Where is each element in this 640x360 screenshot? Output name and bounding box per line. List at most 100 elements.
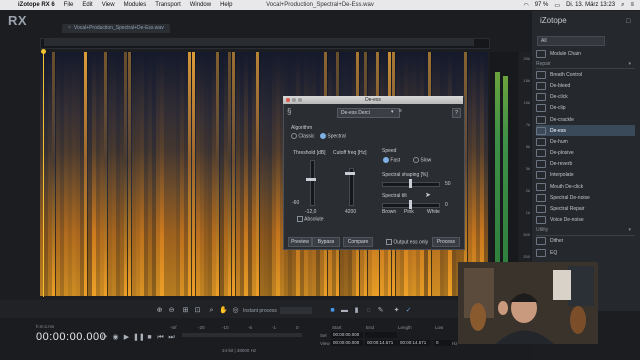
menu-list-icon[interactable]: ≡ <box>630 2 634 8</box>
brush-icon[interactable]: ✎ <box>376 306 385 315</box>
bypass-button[interactable]: Bypass <box>312 237 340 247</box>
module-item[interactable]: De-clip <box>536 103 635 114</box>
menu-transport[interactable]: Transport <box>155 2 180 8</box>
menu-window[interactable]: Window <box>190 2 211 8</box>
chevron-down-icon[interactable]: ▾ <box>628 61 631 67</box>
instant-process-select[interactable] <box>280 307 312 314</box>
checkmark-icon[interactable]: ✓ <box>404 306 413 315</box>
tilt-slider-handle[interactable] <box>409 200 412 209</box>
zoom-in-icon[interactable]: ⊕ <box>155 306 164 315</box>
module-item[interactable]: De-plosive <box>536 148 635 159</box>
freq-select-icon[interactable]: ▮ <box>352 306 361 315</box>
battery-icon[interactable]: ▭ <box>554 2 560 9</box>
sel-end-field[interactable] <box>365 332 397 338</box>
low-field[interactable]: 0 <box>434 340 452 346</box>
loop-icon[interactable]: ⟳ <box>100 333 109 342</box>
menu-modules[interactable]: Modules <box>124 2 147 8</box>
view-length-field[interactable]: 00:00:14.571 <box>398 340 430 346</box>
playhead[interactable] <box>43 49 44 297</box>
module-item[interactable]: Spectral Repair <box>536 203 635 214</box>
tilt-value[interactable]: 0 <box>445 202 448 208</box>
datetime[interactable]: Di. 13. März 13:23 <box>566 2 615 8</box>
absolute-checkbox[interactable]: Absolute <box>297 216 324 222</box>
lasso-icon[interactable]: ◌ <box>364 306 373 315</box>
module-item[interactable]: Voice De-noise <box>536 215 635 226</box>
module-item[interactable]: Mouth De-click <box>536 181 635 192</box>
module-item[interactable]: De-ess <box>536 125 635 137</box>
hand-icon[interactable]: ✋ <box>219 306 228 315</box>
view-end-field[interactable]: 00:00:14.571 <box>365 340 397 346</box>
wand-icon[interactable]: ✦ <box>392 306 401 315</box>
checkbox-icon[interactable] <box>297 216 303 222</box>
selection-tool-icon[interactable]: ■ <box>328 306 337 315</box>
module-item[interactable]: Interpolate <box>536 170 635 181</box>
radio-icon[interactable] <box>413 157 419 163</box>
menu-edit[interactable]: Edit <box>82 2 92 8</box>
shaping-slider-handle[interactable] <box>409 179 412 188</box>
algorithm-classic[interactable]: Classic <box>291 133 315 139</box>
playhead-handle[interactable] <box>41 49 46 54</box>
module-item[interactable]: Module Chain <box>536 48 635 59</box>
threshold-value[interactable]: -12,0 <box>305 209 316 215</box>
preset-chevron-icon[interactable]: ▾ <box>391 109 394 115</box>
module-item[interactable]: Spectral De-noise <box>536 192 635 203</box>
zoom-fit-icon[interactable]: ⊞ <box>181 306 190 315</box>
wifi-icon[interactable]: ◠ <box>523 2 528 9</box>
module-group-header[interactable]: Repair ▾ <box>536 59 635 70</box>
preset-menu-icon[interactable]: ≡ <box>399 108 402 114</box>
zoom-selection-icon[interactable]: ⊡ <box>193 306 202 315</box>
shaping-value[interactable]: 50 <box>445 181 451 187</box>
module-item[interactable]: De-reverb <box>536 159 635 170</box>
module-item[interactable]: EQ <box>536 247 635 258</box>
module-group-header[interactable]: Utility ▾ <box>536 226 635 236</box>
output-ess-checkbox[interactable]: Output ess only <box>386 239 428 245</box>
rewind-icon[interactable]: ⏮ <box>156 333 165 342</box>
help-button[interactable]: ? <box>452 108 461 118</box>
time-select-icon[interactable]: ▬ <box>340 306 349 315</box>
zoom-out-icon[interactable]: ⊖ <box>167 306 176 315</box>
close-icon[interactable]: × <box>68 25 71 31</box>
preview-button[interactable]: Preview <box>288 237 312 247</box>
module-filter-select[interactable]: All <box>537 36 605 46</box>
stop-icon[interactable]: ■ <box>145 333 154 342</box>
panel-close-icon[interactable]: □ <box>626 18 633 25</box>
zoom-button[interactable] <box>298 98 302 102</box>
module-item[interactable]: De-bleed <box>536 80 635 91</box>
instant-process-toggle[interactable]: ◎ <box>231 306 240 315</box>
sel-start-field[interactable]: 00:00:00.000 <box>331 332 363 338</box>
radio-selected-icon[interactable] <box>383 157 389 163</box>
threshold-slider-handle[interactable] <box>306 178 316 181</box>
module-item[interactable]: Dither <box>536 236 635 247</box>
view-start-field[interactable]: 00:00:00.000 <box>331 340 363 346</box>
close-button[interactable] <box>286 98 290 102</box>
play-icon[interactable]: ▶ <box>122 333 131 342</box>
speed-fast[interactable]: Fast <box>383 157 400 163</box>
chevron-down-icon[interactable]: ▾ <box>628 227 631 233</box>
menu-app[interactable]: iZotope RX 6 <box>18 2 55 8</box>
process-button[interactable]: Process <box>432 237 460 247</box>
speed-slow[interactable]: Slow <box>413 157 431 163</box>
cutoff-slider-handle[interactable] <box>345 172 355 175</box>
radio-selected-icon[interactable] <box>320 133 326 139</box>
file-tab[interactable]: × Vocal+Production_Spectral+De-Ess.wav <box>62 24 170 33</box>
compare-button[interactable]: Compare <box>343 237 373 247</box>
threshold-slider[interactable] <box>310 160 315 206</box>
menu-help[interactable]: Help <box>220 2 232 8</box>
overview-view-range[interactable] <box>44 39 474 46</box>
forward-icon[interactable]: ⏭ <box>167 333 176 342</box>
search-icon[interactable]: ⌕ <box>621 2 624 9</box>
pause-icon[interactable]: ❚❚ <box>133 333 145 342</box>
menu-file[interactable]: File <box>64 2 74 8</box>
radio-icon[interactable] <box>291 133 297 139</box>
algorithm-spectral[interactable]: Spectral <box>320 133 346 139</box>
checkbox-icon[interactable] <box>386 239 392 245</box>
module-item[interactable]: Breath Control <box>536 69 635 80</box>
cutoff-value[interactable]: 4200 <box>345 209 356 215</box>
menu-view[interactable]: View <box>102 2 115 8</box>
magnifier-icon[interactable]: ⌕ <box>207 306 216 315</box>
minimize-button[interactable] <box>292 98 296 102</box>
module-item[interactable]: De-crackle <box>536 114 635 125</box>
record-icon[interactable]: ◉ <box>111 333 120 342</box>
module-item[interactable]: De-click <box>536 92 635 103</box>
module-item[interactable]: De-hum <box>536 136 635 147</box>
